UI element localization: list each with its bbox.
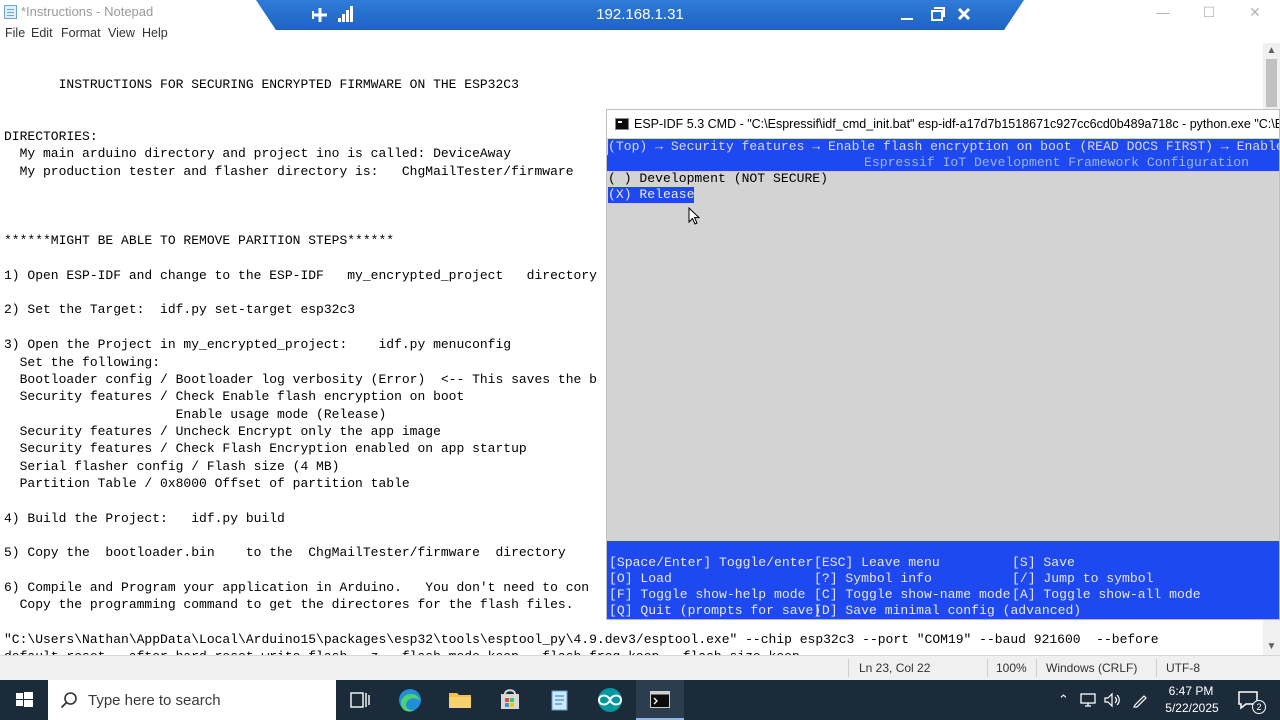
help-toggle-enter: [Space/Enter] Toggle/enter xyxy=(609,555,814,570)
help-save-minimal: [D] Save minimal config (advanced) xyxy=(814,603,1082,618)
menuconfig-screen[interactable]: (Top) → Security features → Enable flash… xyxy=(607,138,1280,619)
menu-view[interactable]: View xyxy=(108,26,135,40)
terminal-app-button[interactable] xyxy=(636,680,684,720)
notepad-app-icon[interactable] xyxy=(536,680,584,720)
clock-date[interactable]: 5/22/2025 xyxy=(1160,701,1224,715)
menu-edit[interactable]: Edit xyxy=(31,26,53,40)
maximize-button[interactable]: ☐ xyxy=(1186,0,1232,24)
option-development[interactable]: ( ) Development (NOT SECURE) xyxy=(608,171,828,187)
help-show-help: [F] Toggle show-help mode xyxy=(609,587,806,602)
terminal-icon xyxy=(650,691,670,708)
network-icon[interactable] xyxy=(1080,692,1098,708)
esp-idf-console-window[interactable]: ESP-IDF 5.3 CMD - "C:\Espressif\idf_cmd_… xyxy=(606,109,1280,620)
status-divider xyxy=(987,659,988,677)
chevron-up-icon[interactable]: ⌃ xyxy=(1058,692,1069,708)
help-show-all: [A] Toggle show-all mode xyxy=(1012,587,1201,602)
remote-host-address: 192.168.1.31 xyxy=(596,6,684,23)
windows-start-icon[interactable] xyxy=(0,680,48,720)
search-box[interactable]: Type here to search xyxy=(48,680,336,720)
status-divider xyxy=(848,659,849,677)
menu-help[interactable]: Help xyxy=(142,26,168,40)
help-symbol-info: [?] Symbol info xyxy=(814,571,932,586)
rd-restore-button[interactable] xyxy=(923,3,949,27)
help-jump-symbol: [/] Jump to symbol xyxy=(1012,571,1154,586)
cursor-position: Ln 23, Col 22 xyxy=(859,661,931,675)
scroll-thumb[interactable] xyxy=(1266,59,1277,107)
remote-connection-bar: 192.168.1.31 xyxy=(256,0,1024,30)
pin-icon[interactable] xyxy=(310,5,330,25)
notepad-title: *Instructions - Notepad xyxy=(21,4,154,19)
search-placeholder[interactable]: Type here to search xyxy=(88,692,221,709)
help-save: [S] Save xyxy=(1012,555,1075,570)
scroll-up-icon[interactable]: ▲ xyxy=(1263,43,1280,59)
task-view-icon[interactable] xyxy=(336,680,384,720)
arduino-icon[interactable] xyxy=(586,680,634,720)
scroll-down-icon[interactable]: ▼ xyxy=(1263,639,1280,655)
clock-time[interactable]: 6:47 PM xyxy=(1166,684,1216,698)
encoding: UTF-8 xyxy=(1166,661,1200,675)
file-explorer-icon[interactable] xyxy=(436,680,484,720)
help-show-name: [C] Toggle show-name mode xyxy=(814,587,1011,602)
pen-icon[interactable] xyxy=(1132,692,1148,708)
store-icon[interactable] xyxy=(486,680,534,720)
status-divider xyxy=(1156,659,1157,677)
volume-icon[interactable] xyxy=(1104,692,1122,708)
notification-count-badge: 2 xyxy=(1252,700,1266,714)
key-help-panel: [Space/Enter] Toggle/enter [ESC] Leave m… xyxy=(607,555,1279,619)
zoom-level: 100% xyxy=(996,661,1027,675)
help-quit: [Q] Quit (prompts for save) xyxy=(609,603,822,618)
edge-icon[interactable] xyxy=(386,680,434,720)
mouse-cursor-icon xyxy=(688,207,700,225)
close-button[interactable]: ✕ xyxy=(1232,0,1278,24)
console-titlebar[interactable]: ESP-IDF 5.3 CMD - "C:\Espressif\idf_cmd_… xyxy=(607,110,1280,138)
status-divider xyxy=(1036,659,1037,677)
minimize-button[interactable]: — xyxy=(1140,0,1186,24)
search-icon xyxy=(60,692,77,709)
rd-minimize-button[interactable] xyxy=(894,3,920,27)
notepad-icon xyxy=(4,5,17,19)
option-release[interactable]: (X) Release xyxy=(608,187,695,203)
help-bar-divider xyxy=(607,541,1279,555)
menu-breadcrumb: (Top) → Security features → Enable flash… xyxy=(608,139,1280,155)
help-leave-menu: [ESC] Leave menu xyxy=(814,555,940,570)
menu-format[interactable]: Format xyxy=(61,26,101,40)
console-icon xyxy=(615,118,629,130)
line-ending: Windows (CRLF) xyxy=(1046,661,1138,675)
taskbar: Type here to search ⌃ 6:47 PM 5/22/2025 … xyxy=(0,680,1280,720)
connection-signal-icon[interactable] xyxy=(338,6,354,22)
framework-title: Espressif IoT Development Framework Conf… xyxy=(607,155,1279,171)
help-load: [O] Load xyxy=(609,571,672,586)
status-bar: Ln 23, Col 22 100% Windows (CRLF) UTF-8 xyxy=(0,655,1280,680)
console-title: ESP-IDF 5.3 CMD - "C:\Espressif\idf_cmd_… xyxy=(634,117,1280,131)
rd-close-button[interactable] xyxy=(951,3,977,27)
menu-file[interactable]: File xyxy=(5,26,25,40)
